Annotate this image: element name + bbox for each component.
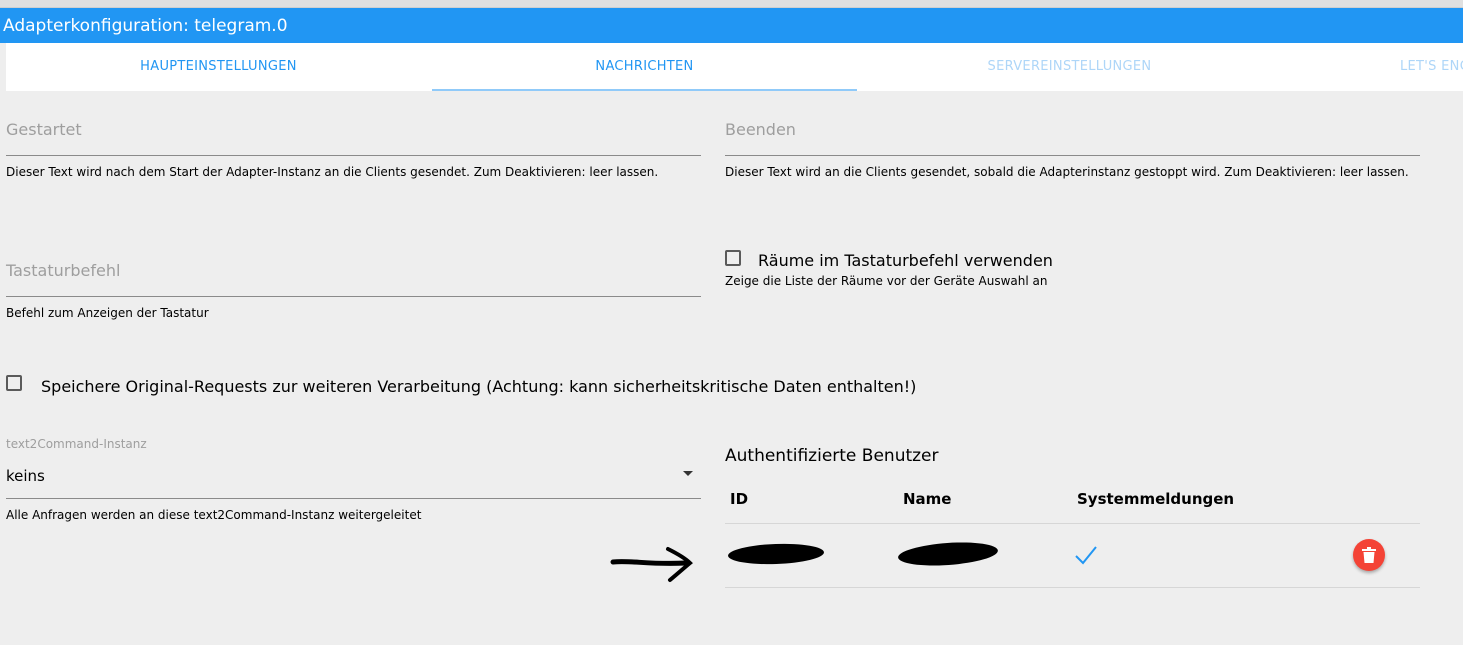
text2command-select[interactable]: keins — [6, 467, 45, 485]
started-help-text: Dieser Text wird nach dem Start der Adap… — [6, 165, 659, 179]
started-placeholder: Gestartet — [6, 120, 82, 139]
delete-user-button[interactable] — [1353, 539, 1385, 571]
started-underline — [6, 155, 701, 156]
stop-help-text: Dieser Text wird an die Clients gesendet… — [725, 165, 1409, 179]
active-tab-indicator — [432, 89, 857, 91]
tab-server-settings[interactable]: SERVEREINSTELLUNGEN — [857, 43, 1282, 91]
stop-underline — [725, 155, 1420, 156]
window-top-border — [0, 0, 1463, 8]
table-row-divider — [725, 587, 1420, 588]
tab-bar: HAUPTEINSTELLUNGEN NACHRICHTEN SERVEREIN… — [6, 43, 1463, 91]
rooms-checkbox[interactable] — [725, 250, 741, 266]
redacted-user-name — [897, 539, 999, 569]
tab-lets-encrypt[interactable]: LET'S ENC — [1283, 43, 1463, 91]
text2command-help-text: Alle Anfragen werden an diese text2Comma… — [6, 508, 422, 522]
authenticated-users-title: Authentifizierte Benutzer — [725, 446, 939, 466]
store-raw-checkbox-label[interactable]: Speichere Original-Requests zur weiteren… — [41, 377, 916, 396]
column-header-id: ID — [730, 490, 749, 508]
tab-messages[interactable]: NACHRICHTEN — [432, 43, 857, 91]
stop-placeholder: Beenden — [725, 120, 796, 139]
dialog-title: Adapterkonfiguration: telegram.0 — [0, 8, 1463, 43]
keyboard-placeholder: Tastaturbefehl — [6, 261, 121, 280]
dropdown-arrow-icon[interactable] — [683, 471, 693, 476]
text2command-label: text2Command-Instanz — [6, 437, 147, 451]
store-raw-checkbox[interactable] — [6, 375, 22, 391]
rooms-checkbox-label[interactable]: Räume im Tastaturbefehl verwenden — [758, 251, 1053, 270]
keyboard-help-text: Befehl zum Anzeigen der Tastatur — [6, 306, 209, 320]
tab-main-settings[interactable]: HAUPTEINSTELLUNGEN — [6, 43, 431, 91]
check-icon — [1075, 546, 1097, 565]
store-raw-checkbox-row: Speichere Original-Requests zur weiteren… — [6, 374, 916, 396]
column-header-name: Name — [903, 490, 952, 508]
hand-drawn-arrow-icon — [610, 547, 693, 582]
column-header-system-messages: Systemmeldungen — [1077, 490, 1235, 508]
trash-icon — [1362, 547, 1376, 563]
rooms-checkbox-row: Räume im Tastaturbefehl verwenden — [725, 248, 1053, 270]
keyboard-underline — [6, 296, 701, 297]
text2command-underline — [6, 498, 701, 499]
table-header-divider — [725, 523, 1420, 524]
started-text-field[interactable]: Gestartet Dieser Text wird nach dem Star… — [6, 118, 701, 188]
redacted-user-id — [727, 542, 825, 566]
stop-text-field[interactable]: Beenden Dieser Text wird an die Clients … — [725, 118, 1420, 198]
keyboard-command-field[interactable]: Tastaturbefehl Befehl zum Anzeigen der T… — [6, 259, 701, 329]
rooms-help-text: Zeige die Liste der Räume vor der Geräte… — [725, 274, 1048, 288]
